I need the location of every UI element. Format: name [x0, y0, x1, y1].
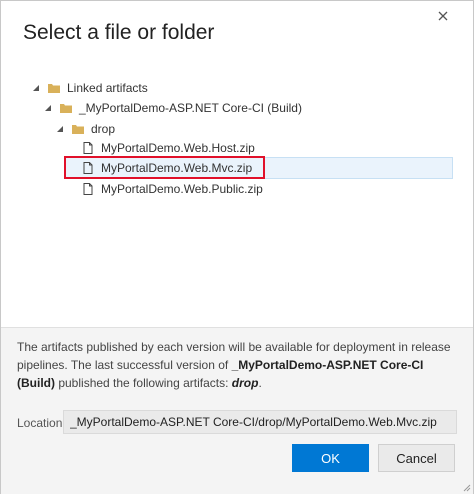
select-file-dialog: Select a file or folder Linked artifacts…: [0, 0, 474, 494]
resize-grip-icon[interactable]: [461, 482, 471, 492]
tree-file-label: MyPortalDemo.Web.Host.zip: [101, 141, 255, 155]
chevron-down-icon[interactable]: [31, 83, 41, 93]
tree-file-label: MyPortalDemo.Web.Mvc.zip: [101, 161, 253, 175]
tree-node-build[interactable]: _MyPortalDemo-ASP.NET Core-CI (Build): [43, 97, 302, 119]
info-text-part: published the following artifacts:: [55, 376, 232, 390]
tree-file-label: MyPortalDemo.Web.Public.zip: [101, 182, 263, 196]
cancel-button[interactable]: Cancel: [378, 444, 455, 472]
tree-node-linked-artifacts[interactable]: Linked artifacts: [31, 77, 148, 99]
tree-node-label: drop: [91, 122, 116, 136]
chevron-down-icon[interactable]: [43, 103, 53, 113]
dialog-footer: The artifacts published by each version …: [1, 327, 473, 494]
ok-button[interactable]: OK: [292, 444, 369, 472]
info-artifact-name: drop: [231, 376, 259, 390]
folder-icon: [60, 104, 72, 113]
file-icon: [83, 142, 93, 154]
tree-file-public[interactable]: MyPortalDemo.Web.Public.zip: [81, 178, 263, 200]
file-icon: [83, 162, 93, 174]
info-text: The artifacts published by each version …: [17, 338, 457, 392]
file-icon: [83, 183, 93, 195]
tree-file-host[interactable]: MyPortalDemo.Web.Host.zip: [81, 137, 255, 159]
chevron-down-icon[interactable]: [55, 124, 65, 134]
folder-icon: [48, 84, 60, 93]
location-label: Location: [17, 416, 63, 430]
folder-icon: [72, 125, 84, 134]
close-icon: [438, 11, 448, 21]
dialog-title: Select a file or folder: [23, 21, 215, 44]
location-field[interactable]: [63, 410, 457, 434]
close-button[interactable]: [434, 7, 452, 25]
tree-file-mvc[interactable]: MyPortalDemo.Web.Mvc.zip: [81, 157, 252, 179]
tree-node-label: _MyPortalDemo-ASP.NET Core-CI (Build): [79, 101, 302, 115]
tree-node-label: Linked artifacts: [67, 81, 148, 95]
info-text-end: .: [258, 376, 262, 390]
